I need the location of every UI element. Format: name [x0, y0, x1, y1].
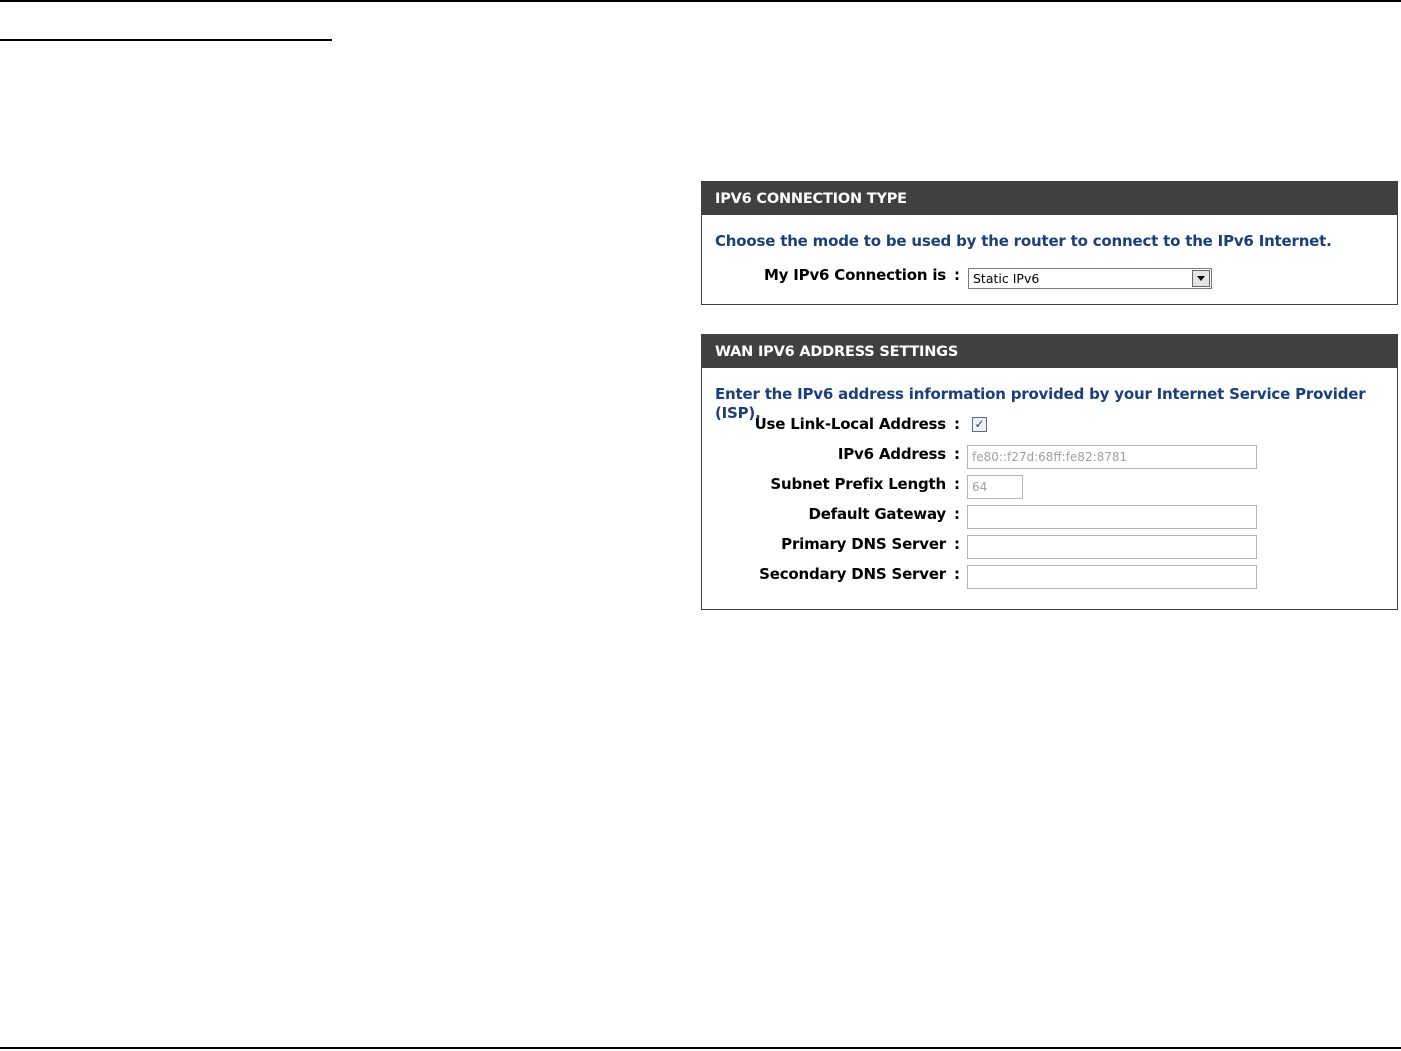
- subnet-prefix-colon: :: [954, 475, 960, 493]
- section-underline: [0, 39, 332, 41]
- panel-header: WAN IPV6 ADDRESS SETTINGS: [702, 335, 1397, 368]
- default-gateway-colon: :: [954, 505, 960, 523]
- primary-dns-field[interactable]: [967, 535, 1257, 559]
- link-local-label: Use Link-Local Address: [754, 415, 947, 433]
- secondary-dns-label: Secondary DNS Server: [759, 565, 946, 583]
- ipv6-connection-type-panel: IPV6 CONNECTION TYPE Choose the mode to …: [701, 181, 1398, 305]
- panel-description: Choose the mode to be used by the router…: [715, 232, 1332, 250]
- panel-header: IPV6 CONNECTION TYPE: [702, 182, 1397, 215]
- primary-dns-label: Primary DNS Server: [781, 535, 946, 553]
- wan-ipv6-address-settings-panel: WAN IPV6 ADDRESS SETTINGS Enter the IPv6…: [701, 334, 1398, 610]
- top-rule: [0, 0, 1401, 2]
- bottom-rule: [0, 1047, 1401, 1049]
- link-local-colon: :: [954, 415, 960, 433]
- connection-row: My IPv6 Connection is : Static IPv6: [702, 266, 1397, 296]
- subnet-prefix-length-field[interactable]: [967, 475, 1023, 499]
- connection-type-select[interactable]: Static IPv6: [968, 268, 1212, 289]
- connection-colon: :: [954, 266, 960, 284]
- connection-label: My IPv6 Connection is: [763, 266, 946, 284]
- connection-type-value: Static IPv6: [973, 271, 1040, 286]
- default-gateway-label: Default Gateway: [808, 505, 946, 523]
- link-local-checkbox[interactable]: ✓: [972, 417, 987, 432]
- primary-dns-colon: :: [954, 535, 960, 553]
- check-icon: ✓: [974, 417, 985, 431]
- subnet-prefix-label: Subnet Prefix Length: [770, 475, 946, 493]
- secondary-dns-colon: :: [954, 565, 960, 583]
- ipv6-address-label: IPv6 Address: [837, 445, 946, 463]
- ipv6-address-colon: :: [954, 445, 960, 463]
- ipv6-address-field[interactable]: [967, 445, 1257, 469]
- default-gateway-field[interactable]: [967, 505, 1257, 529]
- chevron-down-icon[interactable]: [1192, 270, 1210, 287]
- secondary-dns-field[interactable]: [967, 565, 1257, 589]
- secondary-dns-row: Secondary DNS Server :: [702, 565, 1397, 599]
- panel-description: Enter the IPv6 address information provi…: [715, 385, 1366, 422]
